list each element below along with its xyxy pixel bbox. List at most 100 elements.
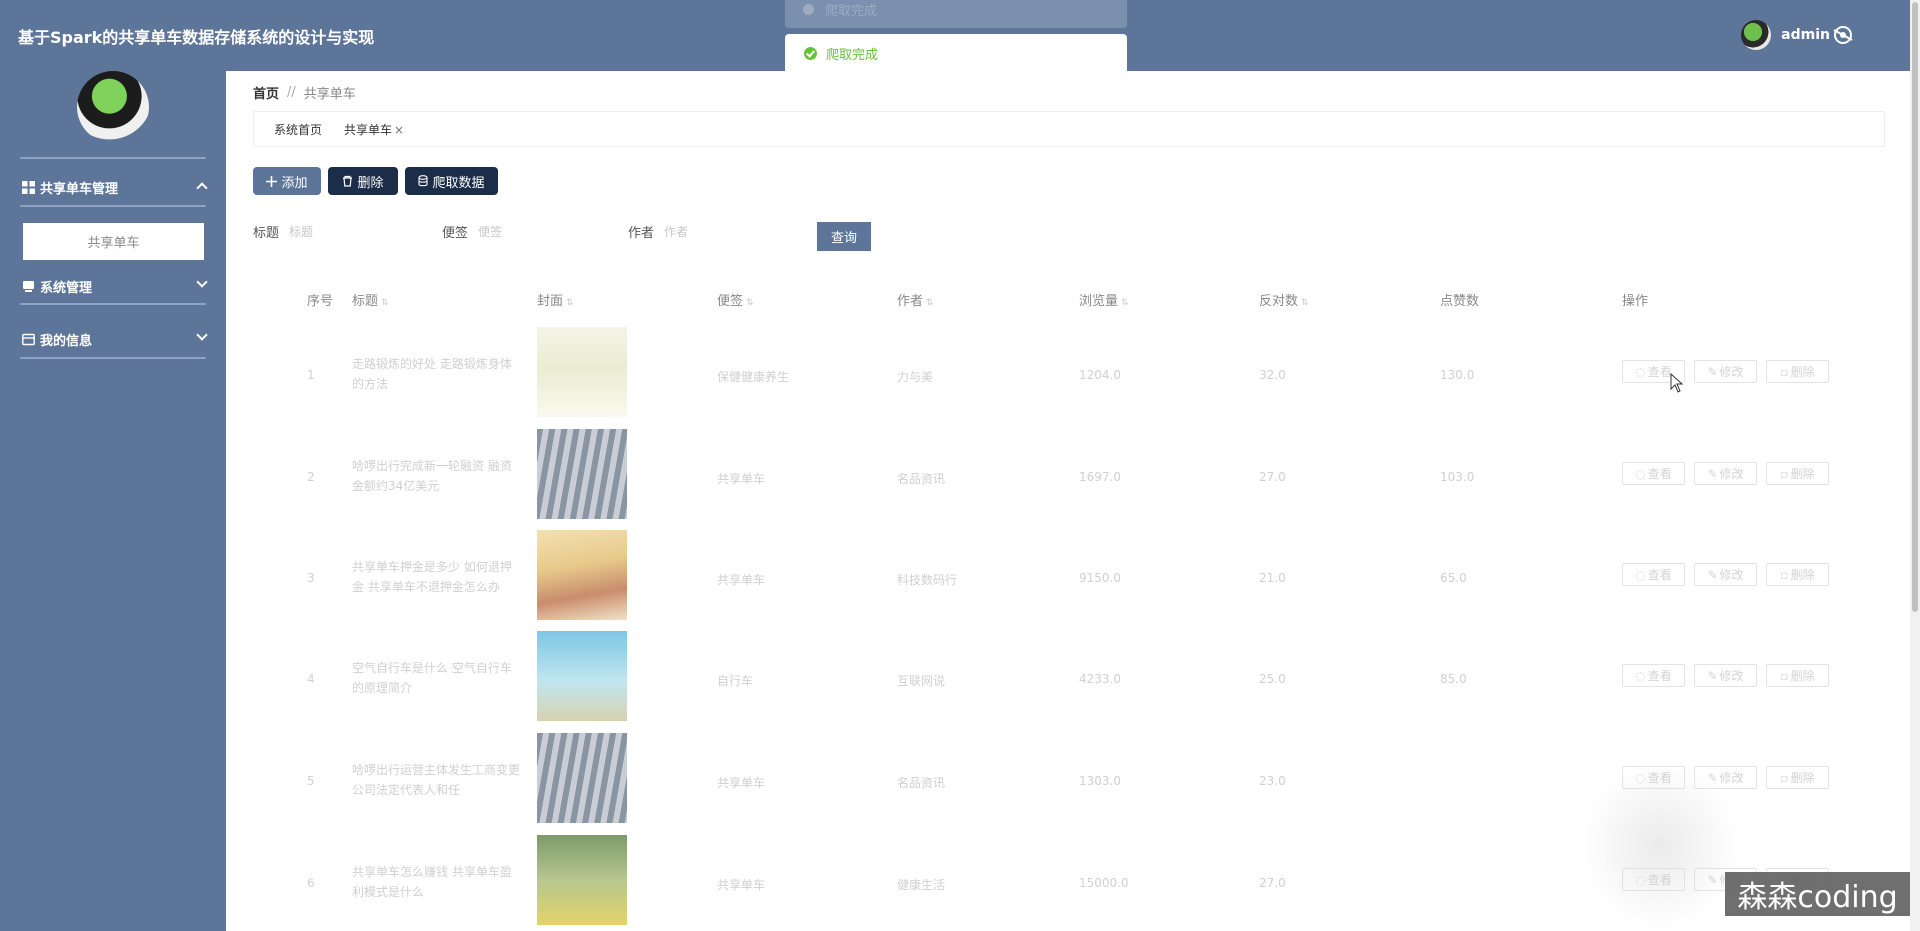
cell-note: 共享单车: [717, 472, 766, 486]
close-icon[interactable]: ×: [394, 123, 404, 137]
view-button[interactable]: ◌查看: [1622, 462, 1685, 485]
row-delete-button[interactable]: ▫删除: [1766, 360, 1829, 383]
search-title-input[interactable]: 标题: [289, 223, 409, 240]
cell-no: 1: [307, 368, 315, 382]
cell-views: 1697.0: [1079, 470, 1121, 484]
view-button[interactable]: ◌查看: [1622, 664, 1685, 687]
toast-message: 爬取完成: [826, 47, 879, 63]
logout-icon[interactable]: [1830, 22, 1856, 48]
cover-image[interactable]: [537, 733, 627, 823]
cell-note: 共享单车: [717, 776, 766, 790]
cell-oppose: 21.0: [1259, 571, 1286, 585]
trash-icon: ▫: [1780, 364, 1789, 379]
delete-label: 删除: [1790, 365, 1815, 379]
toast-previous: 爬取完成: [785, 0, 1127, 28]
trash-icon: [343, 175, 353, 187]
cell-views: 1303.0: [1079, 774, 1121, 788]
menu-my-info[interactable]: 我的信息: [22, 327, 208, 351]
view-label: 查看: [1647, 669, 1672, 683]
breadcrumb-separator: //: [287, 85, 296, 100]
scrollbar-thumb[interactable]: [1912, 2, 1918, 612]
username[interactable]: admin: [1781, 27, 1830, 43]
sidebar-divider: [20, 303, 206, 305]
sidebar-divider: [20, 357, 206, 359]
add-button-label: 添加: [281, 175, 308, 191]
toast-previous-text: 爬取完成: [825, 4, 878, 19]
cell-likes: 103.0: [1440, 470, 1475, 484]
search-note-input[interactable]: 便签: [478, 223, 598, 240]
view-button[interactable]: ◌查看: [1622, 563, 1685, 586]
crawl-data-button[interactable]: 爬取数据: [405, 167, 498, 195]
row-delete-button[interactable]: ▫删除: [1766, 462, 1829, 485]
user-avatar[interactable]: [1741, 20, 1772, 50]
user-menu[interactable]: admin: [1741, 20, 1830, 50]
delete-label: 删除: [1790, 568, 1815, 582]
cell-oppose: 27.0: [1259, 470, 1286, 484]
cell-title: 共享单车怎么赚钱 共享单车盈利模式是什么: [352, 865, 512, 899]
search-author-label: 作者: [628, 226, 655, 241]
row-delete-button[interactable]: ▫删除: [1766, 563, 1829, 586]
card-icon: [22, 333, 35, 345]
trash-icon: ▫: [1780, 668, 1789, 683]
delete-label: 删除: [1790, 669, 1815, 683]
cell-oppose: 25.0: [1259, 672, 1286, 686]
edit-label: 修改: [1719, 669, 1744, 683]
column-header-oppose[interactable]: 反对数 ⇅: [1259, 290, 1309, 309]
cell-no: 6: [307, 876, 315, 890]
edit-icon: ✎: [1707, 668, 1718, 683]
column-header-label: 便签: [717, 294, 744, 309]
edit-button[interactable]: ✎修改: [1694, 360, 1757, 383]
edit-button[interactable]: ✎修改: [1694, 664, 1757, 687]
cell-no: 3: [307, 571, 315, 585]
table-row[interactable]: 2 哈啰出行完成新一轮融资 融资金额约34亿美元 共享单车 名品资讯 1697.0 27.…: [253, 429, 1893, 530]
add-button[interactable]: 添加: [253, 167, 321, 195]
edit-button[interactable]: ✎修改: [1694, 462, 1757, 485]
row-delete-button[interactable]: ▫删除: [1766, 766, 1829, 789]
search-author-input[interactable]: 作者: [664, 223, 784, 240]
cover-image[interactable]: [537, 327, 627, 417]
menu-bike-management[interactable]: 共享单车管理: [22, 175, 208, 199]
column-header-note[interactable]: 便签 ⇅: [717, 290, 754, 309]
column-header-title[interactable]: 标题 ⇅: [352, 290, 389, 309]
column-header-author[interactable]: 作者 ⇅: [897, 290, 934, 309]
menu-system-management[interactable]: 系统管理: [22, 274, 208, 298]
edit-button[interactable]: ✎修改: [1694, 563, 1757, 586]
trash-icon: ▫: [1780, 466, 1789, 481]
tag-bikes[interactable]: 共享单车 ×: [344, 121, 404, 138]
cell-likes: 85.0: [1440, 672, 1467, 686]
page-scrollbar[interactable]: [1910, 0, 1920, 931]
delete-button[interactable]: 删除: [328, 167, 398, 195]
cell-author: 科技数码行: [897, 573, 958, 587]
submenu-item-bikes[interactable]: 共享单车: [23, 223, 204, 260]
cell-note: 保健健康养生: [717, 370, 790, 384]
column-header-no: 序号: [307, 294, 334, 309]
cover-image[interactable]: [537, 835, 627, 925]
table-row[interactable]: 1 走路锻炼的好处 走路锻炼身体的方法 保健健康养生 力与美 1204.0 32.0 130…: [253, 327, 1893, 428]
cell-title: 空气自行车是什么 空气自行车的原理简介: [352, 661, 512, 695]
cell-title: 走路锻炼的好处 走路锻炼身体的方法: [352, 357, 512, 391]
column-header-views[interactable]: 浏览量 ⇅: [1079, 290, 1129, 309]
cell-note: 共享单车: [717, 878, 766, 892]
cell-author: 力与美: [897, 370, 934, 384]
cover-image[interactable]: [537, 530, 627, 620]
search-title-label: 标题: [253, 226, 280, 241]
row-delete-button[interactable]: ▫删除: [1766, 664, 1829, 687]
sort-icon: ⇅: [381, 298, 389, 308]
cover-image[interactable]: [537, 429, 627, 519]
table-row[interactable]: 4 空气自行车是什么 空气自行车的原理简介 自行车 互联网说 4233.0 25.0 85.…: [253, 631, 1893, 732]
eye-icon: ◌: [1635, 466, 1646, 481]
cover-image[interactable]: [537, 631, 627, 721]
cell-author: 名品资讯: [897, 472, 946, 486]
breadcrumb-home[interactable]: 首页: [253, 83, 279, 102]
column-header-cover[interactable]: 封面 ⇅: [537, 290, 574, 309]
search-button[interactable]: 查询: [817, 222, 871, 251]
sort-icon: ⇅: [746, 298, 754, 308]
eye-icon: ◌: [1635, 668, 1646, 683]
delete-button-label: 删除: [357, 175, 384, 191]
app-title: 基于Spark的共享单车数据存储系统的设计与实现: [18, 28, 375, 47]
sidebar-divider: [20, 157, 206, 159]
sort-icon: ⇅: [1121, 298, 1129, 308]
table-row[interactable]: 3 共享单车押金是多少 如何退押金 共享单车不退押金怎么办 共享单车 科技数码行 915…: [253, 530, 1893, 631]
tag-home[interactable]: 系统首页: [274, 121, 322, 138]
edit-icon: ✎: [1707, 364, 1718, 379]
